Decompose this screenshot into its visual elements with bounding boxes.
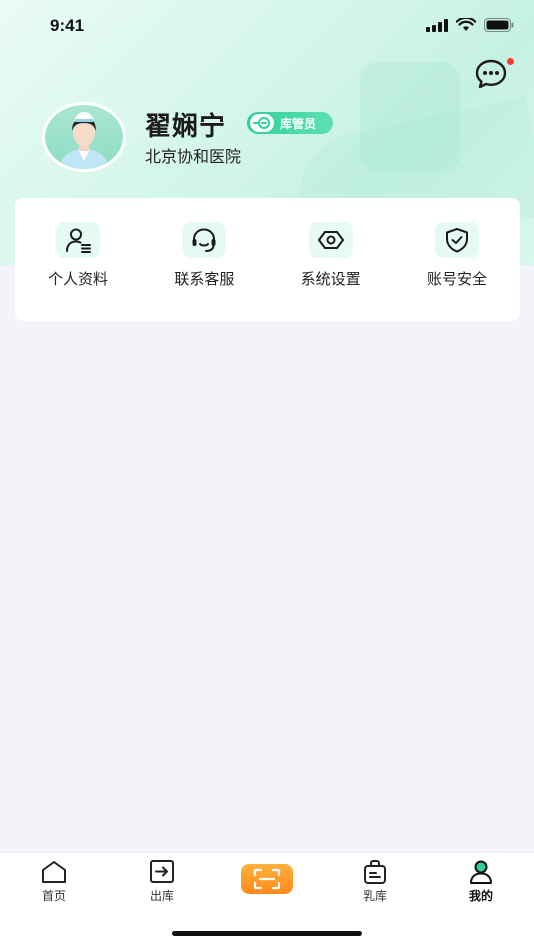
headset-icon [192, 228, 216, 252]
tab-mine[interactable]: 我的 [451, 859, 511, 904]
bottom-tab-bar: 首页 出库 乳库 我的 [0, 852, 534, 950]
menu-item-customer-service[interactable]: 联系客服 [163, 222, 245, 321]
tab-label: 我的 [468, 889, 493, 903]
milk-bank-icon [364, 860, 386, 884]
home-icon [42, 861, 66, 883]
scan-icon [253, 868, 281, 890]
tab-label: 乳库 [362, 889, 387, 903]
cellular-signal-icon [426, 18, 448, 32]
profile-page: 9:41 翟娴宁 库管员 北京协和医院 个人资料 联系客服 系统设置 账号安全 … [0, 0, 534, 950]
hospital-name: 北京协和医院 [145, 147, 242, 166]
user-icon [470, 860, 492, 884]
role-badge-icon-wrap [250, 114, 274, 132]
wifi-icon [456, 18, 476, 31]
menu-label: 系统设置 [300, 270, 361, 288]
status-icons [426, 18, 514, 32]
status-time: 9:41 [50, 16, 85, 35]
menu-label: 联系客服 [174, 270, 235, 288]
role-label: 库管员 [280, 116, 317, 131]
keeper-icon [253, 117, 270, 129]
menu-item-profile[interactable]: 个人资料 [37, 222, 119, 321]
tab-label: 出库 [149, 889, 174, 903]
menu-item-settings[interactable]: 系统设置 [290, 222, 372, 321]
tab-outbound[interactable]: 出库 [132, 859, 192, 904]
role-badge: 库管员 [247, 112, 333, 134]
tab-milk-bank[interactable]: 乳库 [345, 859, 405, 904]
user-name: 翟娴宁 [145, 112, 227, 142]
status-bar: 9:41 [0, 0, 534, 54]
scan-button[interactable] [241, 864, 293, 894]
shield-check-icon [445, 228, 468, 253]
avatar[interactable] [42, 102, 126, 172]
nurse-avatar-icon [59, 112, 109, 169]
quick-menu-card: 个人资料 联系客服 系统设置 账号安全 [15, 198, 520, 321]
settings-hexagon-icon [317, 231, 344, 249]
message-button[interactable] [474, 58, 510, 92]
home-indicator [172, 931, 362, 936]
battery-icon [484, 18, 514, 32]
user-profile-icon [66, 228, 91, 253]
header-decoration-card [360, 62, 460, 172]
tab-home[interactable]: 首页 [24, 859, 84, 904]
tab-label: 首页 [41, 889, 66, 903]
notification-dot [507, 58, 514, 65]
menu-label: 个人资料 [47, 270, 108, 288]
menu-label: 账号安全 [426, 270, 487, 288]
avatar-image [45, 105, 123, 169]
chat-bubble-icon [475, 59, 507, 89]
export-icon [150, 860, 174, 883]
menu-item-account-security[interactable]: 账号安全 [416, 222, 498, 321]
